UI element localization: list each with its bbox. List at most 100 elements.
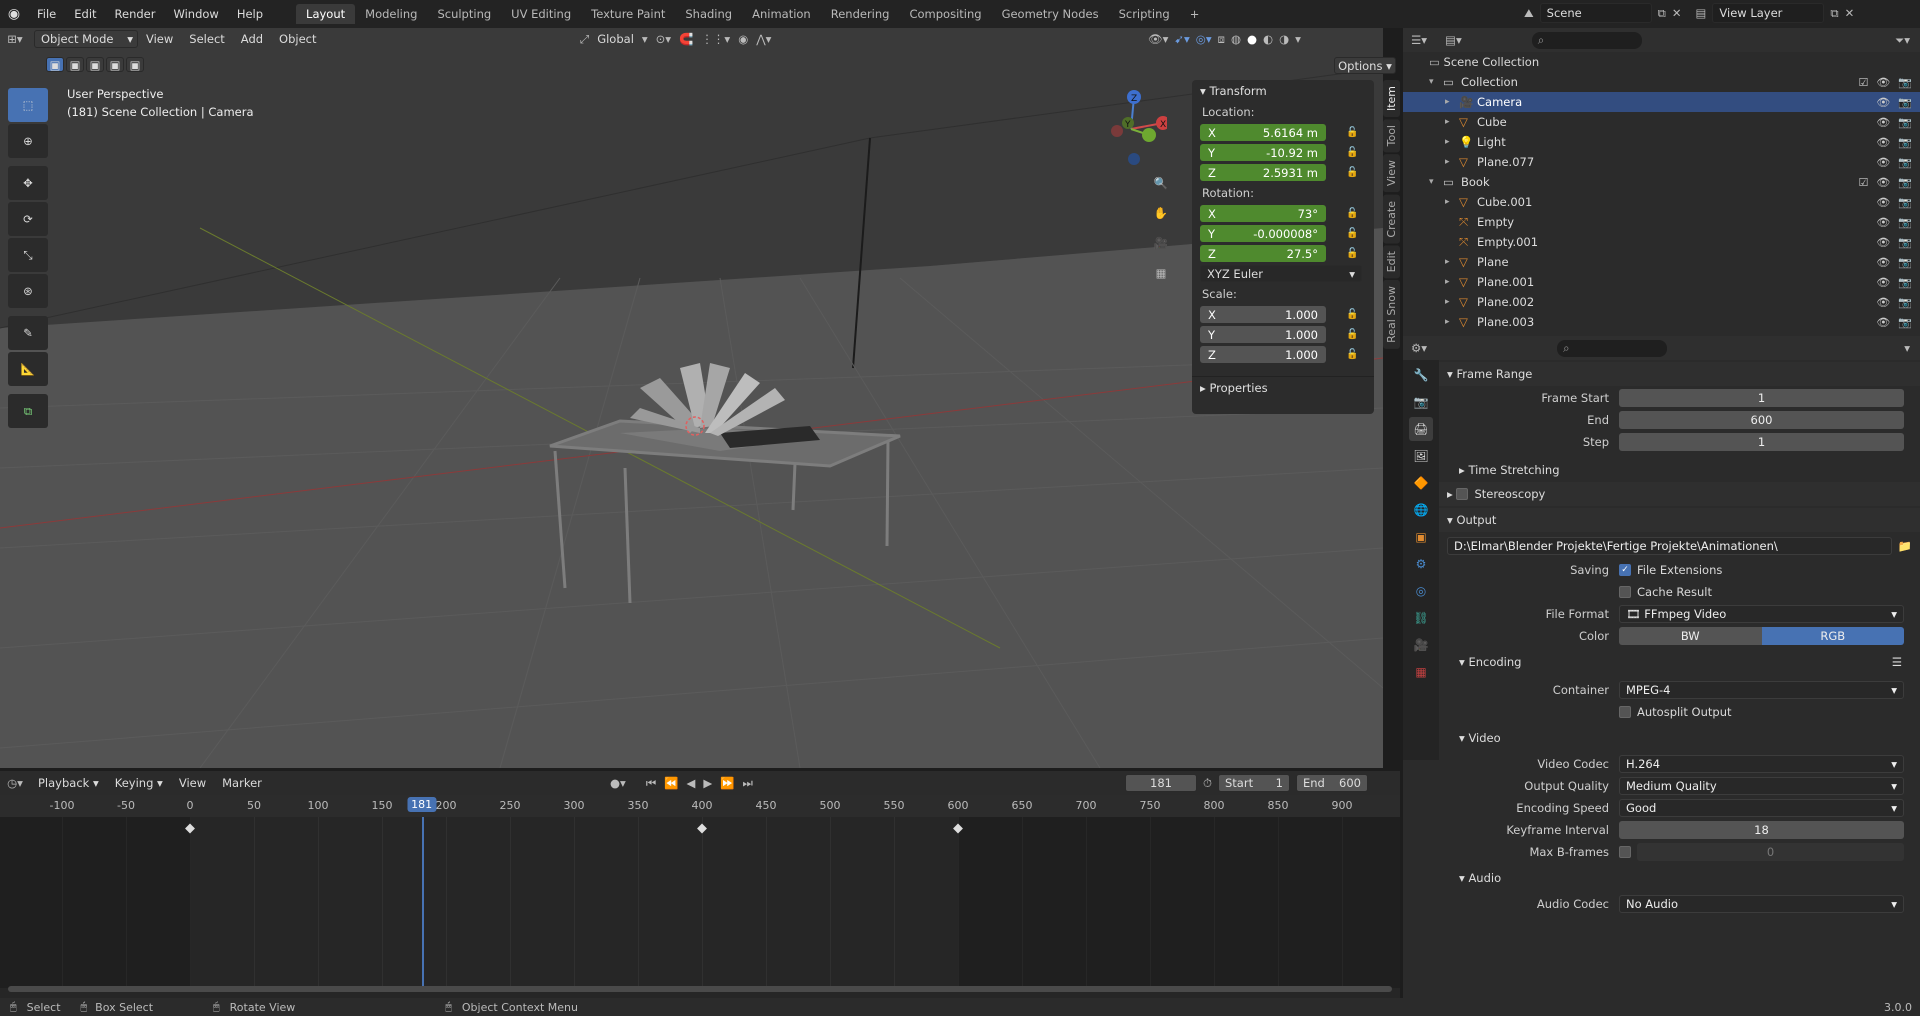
- container-dropdown[interactable]: MPEG-4 ▾: [1619, 681, 1904, 699]
- chevron-down-icon[interactable]: ▾: [1429, 177, 1443, 187]
- menu-timeline-view[interactable]: View: [171, 776, 214, 790]
- audio-panel-header[interactable]: ▾ Audio: [1439, 866, 1920, 890]
- outliner-row-light[interactable]: ▸ 💡 Light 👁 📷: [1403, 132, 1920, 152]
- visibility-icon[interactable]: 👁▾: [1148, 32, 1168, 46]
- rotation-y-field[interactable]: Y -0.000008°: [1200, 225, 1326, 242]
- menu-select[interactable]: Select: [181, 32, 232, 46]
- color-bw-button[interactable]: BW: [1619, 627, 1762, 645]
- output-quality-dropdown[interactable]: Medium Quality ▾: [1619, 777, 1904, 795]
- video-codec-dropdown[interactable]: H.264 ▾: [1619, 755, 1904, 773]
- lock-icon[interactable]: 🔓: [1346, 329, 1358, 340]
- add-workspace-icon[interactable]: +: [1180, 4, 1210, 24]
- playhead-label[interactable]: 181: [407, 797, 437, 812]
- list-icon[interactable]: ☰: [1892, 655, 1902, 669]
- rendered-shading-icon[interactable]: ◑: [1279, 32, 1289, 46]
- scale-y-field[interactable]: Y 1.000: [1200, 326, 1326, 343]
- measure-tool-icon[interactable]: 📐: [8, 352, 48, 386]
- properties-panel-header[interactable]: ▸ Properties: [1192, 376, 1374, 398]
- annotate-tool-icon[interactable]: ✎: [8, 316, 48, 350]
- lock-icon[interactable]: 🔓: [1346, 248, 1358, 259]
- chevron-right-icon[interactable]: ▸: [1445, 257, 1459, 267]
- view-layer-selector[interactable]: View Layer: [1712, 3, 1825, 23]
- select-extend-icon[interactable]: ▣: [66, 57, 84, 72]
- tab-edit[interactable]: Edit: [1383, 245, 1400, 279]
- lock-icon[interactable]: 🔓: [1346, 309, 1358, 320]
- rotation-x-field[interactable]: X 73°: [1200, 205, 1326, 222]
- video-panel-header[interactable]: ▾ Video: [1439, 726, 1920, 750]
- zoom-icon[interactable]: 🔍: [1150, 172, 1172, 194]
- camera-view-icon[interactable]: 🎥: [1150, 232, 1172, 254]
- blender-logo-icon[interactable]: ◉: [0, 6, 28, 22]
- color-rgb-button[interactable]: RGB: [1761, 627, 1904, 645]
- tab-texture-paint[interactable]: Texture Paint: [581, 4, 675, 24]
- snap-icon[interactable]: 🧲: [679, 32, 693, 46]
- world-tab-icon[interactable]: 🌐: [1409, 498, 1433, 522]
- pin-icon[interactable]: ▾: [1904, 341, 1910, 355]
- stereoscopy-header[interactable]: ▸ Stereoscopy: [1439, 482, 1920, 506]
- jump-start-icon[interactable]: ⏮: [646, 776, 656, 791]
- outliner-row-plane-001[interactable]: ▸ ▽ Plane.001 👁 📷: [1403, 272, 1920, 292]
- exclude-checkbox-icon[interactable]: ☑: [1858, 176, 1868, 189]
- eye-icon[interactable]: 👁: [1876, 196, 1890, 209]
- transform-tool-icon[interactable]: ⊛: [8, 274, 48, 308]
- outliner-row-plane-003[interactable]: ▸ ▽ Plane.003 👁 📷: [1403, 312, 1920, 332]
- exclude-checkbox-icon[interactable]: ☑: [1858, 76, 1868, 89]
- current-frame-field[interactable]: 181: [1125, 774, 1197, 792]
- rotation-mode-dropdown[interactable]: XYZ Euler ▾: [1200, 265, 1362, 282]
- tab-geometry-nodes[interactable]: Geometry Nodes: [992, 4, 1109, 24]
- file-extensions-checkbox[interactable]: ✓: [1619, 564, 1631, 576]
- scene-icon[interactable]: ⛰: [1524, 6, 1534, 21]
- jump-end-icon[interactable]: ⏭: [743, 776, 753, 791]
- render-camera-icon[interactable]: 📷: [1898, 296, 1912, 309]
- ortho-grid-icon[interactable]: ▦: [1150, 262, 1172, 284]
- wireframe-shading-icon[interactable]: ◍: [1231, 32, 1241, 46]
- tab-animation[interactable]: Animation: [742, 4, 821, 24]
- record-icon[interactable]: ●▾: [610, 776, 626, 790]
- select-invert-icon[interactable]: ▣: [106, 57, 124, 72]
- falloff-icon[interactable]: ⋀▾: [756, 32, 771, 46]
- render-camera-icon[interactable]: 📷: [1898, 96, 1912, 109]
- encoding-speed-dropdown[interactable]: Good ▾: [1619, 799, 1904, 817]
- properties-editor-icon[interactable]: ⚙▾: [1411, 341, 1427, 355]
- file-format-dropdown[interactable]: 🎞 FFmpeg Video ▾: [1619, 605, 1904, 623]
- tab-real-snow[interactable]: Real Snow: [1383, 280, 1400, 350]
- chevron-right-icon[interactable]: ▸: [1445, 317, 1459, 327]
- lock-icon[interactable]: 🔓: [1346, 208, 1358, 219]
- outliner-editor-icon[interactable]: ☰▾: [1411, 33, 1427, 47]
- location-y-field[interactable]: Y -10.92 m: [1200, 144, 1326, 161]
- play-reverse-icon[interactable]: ◀: [687, 776, 696, 790]
- eye-icon[interactable]: 👁: [1876, 116, 1890, 129]
- encoding-panel-header[interactable]: ▾ Encoding ☰: [1439, 650, 1920, 674]
- display-mode-icon[interactable]: ▤▾: [1445, 33, 1462, 47]
- data-tab-icon[interactable]: 🎥: [1409, 633, 1433, 657]
- outliner-row-camera[interactable]: ▸ 🎥 Camera 👁 📷: [1403, 92, 1920, 112]
- play-icon[interactable]: ▶: [703, 776, 712, 790]
- eye-icon[interactable]: 👁: [1876, 256, 1890, 269]
- mode-selector[interactable]: Object Mode ▾: [34, 30, 138, 48]
- outliner-row-plane-002[interactable]: ▸ ▽ Plane.002 👁 📷: [1403, 292, 1920, 312]
- tab-sculpting[interactable]: Sculpting: [427, 4, 501, 24]
- outliner-row-cube-001[interactable]: ▸ ▽ Cube.001 👁 📷: [1403, 192, 1920, 212]
- lock-icon[interactable]: 🔓: [1346, 127, 1358, 138]
- keyframe-interval-field[interactable]: 18: [1619, 821, 1904, 839]
- eye-icon[interactable]: 👁: [1876, 276, 1890, 289]
- chevron-down-icon[interactable]: ▾: [1429, 77, 1443, 87]
- overlay-toggle-icon[interactable]: ◎▾: [1196, 32, 1212, 46]
- tab-shading[interactable]: Shading: [675, 4, 742, 24]
- outliner-row-cube[interactable]: ▸ ▽ Cube 👁 📷: [1403, 112, 1920, 132]
- end-frame-field[interactable]: End 600: [1295, 774, 1368, 792]
- prev-keyframe-icon[interactable]: ⏪: [664, 776, 678, 790]
- menu-file[interactable]: File: [28, 7, 65, 21]
- render-camera-icon[interactable]: 📷: [1898, 116, 1912, 129]
- menu-object[interactable]: Object: [271, 32, 324, 46]
- autosplit-checkbox[interactable]: [1619, 706, 1631, 718]
- tab-compositing[interactable]: Compositing: [899, 4, 991, 24]
- delete-view-layer-icon[interactable]: ✕: [1845, 6, 1855, 20]
- outliner-row-empty[interactable]: ⤧ Empty 👁 📷: [1403, 212, 1920, 232]
- chevron-right-icon[interactable]: ▸: [1445, 137, 1459, 147]
- lock-icon[interactable]: 🔓: [1346, 147, 1358, 158]
- timeline-ruler[interactable]: -100 -50 0 50 100 150 200 250 300 350 400 450 500 550…: [0, 795, 1400, 817]
- outliner-row-plane-077[interactable]: ▸ ▽ Plane.077 👁 📷: [1403, 152, 1920, 172]
- orientation-label[interactable]: Global: [597, 32, 634, 46]
- scale-tool-icon[interactable]: ⤡: [8, 238, 48, 272]
